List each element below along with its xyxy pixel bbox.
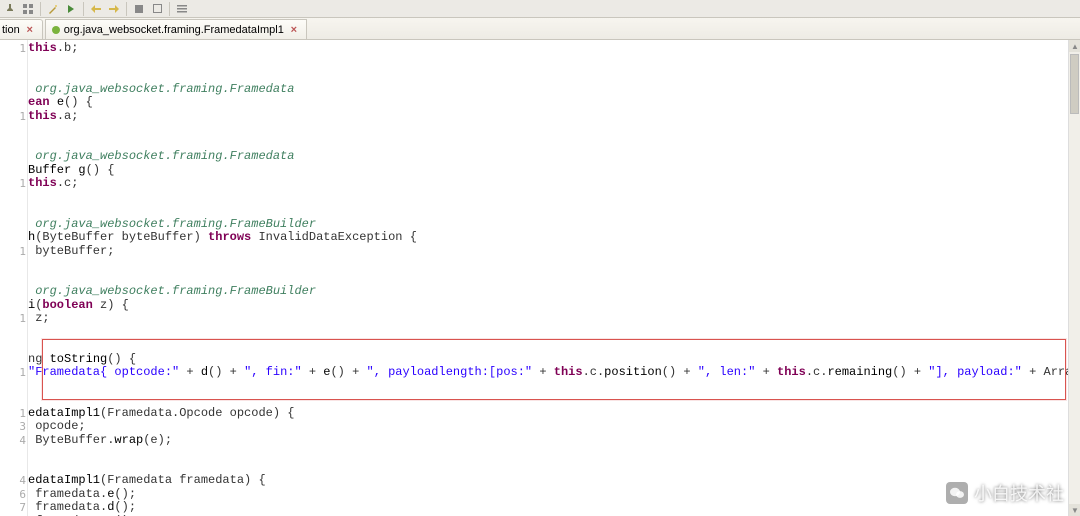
toolbar: [0, 0, 1080, 18]
java-class-icon: [52, 26, 60, 34]
line-number: 7: [0, 501, 26, 515]
code-line[interactable]: ean e() {: [28, 96, 1068, 110]
highlight-box: [42, 339, 1066, 400]
play-icon[interactable]: [63, 1, 79, 17]
code-line[interactable]: [28, 191, 1068, 205]
line-number: 4: [0, 434, 26, 448]
line-number: 1: [0, 407, 26, 421]
code-line[interactable]: 7 framedata.d();: [28, 501, 1068, 515]
toolbar-separator: [169, 2, 170, 16]
code-line[interactable]: org.java_websocket.framing.Framedata: [28, 83, 1068, 97]
code-line[interactable]: [28, 326, 1068, 340]
code-line[interactable]: h(ByteBuffer byteBuffer) throws InvalidD…: [28, 231, 1068, 245]
code-line[interactable]: 1this.c;: [28, 177, 1068, 191]
code-line[interactable]: org.java_websocket.framing.Framedata: [28, 150, 1068, 164]
tab-previous[interactable]: tion ×: [0, 19, 43, 39]
stop-icon[interactable]: [131, 1, 147, 17]
code-line[interactable]: 6 framedata.e();: [28, 488, 1068, 502]
line-number: 1: [0, 366, 26, 380]
code-line[interactable]: [28, 272, 1068, 286]
line-number: 1: [0, 177, 26, 191]
line-number: 1: [0, 245, 26, 259]
code-line[interactable]: 1this.a;: [28, 110, 1068, 124]
editor[interactable]: 1this.b; org.java_websocket.framing.Fram…: [0, 40, 1080, 516]
code-area[interactable]: 1this.b; org.java_websocket.framing.Fram…: [28, 40, 1068, 516]
arrow-left-icon[interactable]: [88, 1, 104, 17]
line-number: 1: [0, 312, 26, 326]
vertical-scrollbar[interactable]: ▲ ▼: [1068, 40, 1080, 516]
code-line[interactable]: 3 opcode;: [28, 420, 1068, 434]
code-line[interactable]: 1 byteBuffer;: [28, 245, 1068, 259]
list-icon[interactable]: [174, 1, 190, 17]
code-line[interactable]: [28, 56, 1068, 70]
code-line[interactable]: 4 ByteBuffer.wrap(e);: [28, 434, 1068, 448]
code-line[interactable]: Buffer g() {: [28, 164, 1068, 178]
box-icon[interactable]: [149, 1, 165, 17]
scroll-up-icon[interactable]: ▲: [1069, 40, 1080, 52]
close-icon[interactable]: ×: [24, 24, 36, 36]
code-line[interactable]: org.java_websocket.framing.FrameBuilder: [28, 285, 1068, 299]
code-line[interactable]: [28, 461, 1068, 475]
arrow-right-icon[interactable]: [106, 1, 122, 17]
wand-icon[interactable]: [45, 1, 61, 17]
code-line[interactable]: [28, 258, 1068, 272]
close-icon[interactable]: ×: [288, 24, 300, 36]
line-number: 6: [0, 488, 26, 502]
line-number: 3: [0, 420, 26, 434]
tab-label: tion: [2, 24, 20, 36]
scroll-thumb[interactable]: [1070, 54, 1079, 114]
pin-icon[interactable]: [2, 1, 18, 17]
code-line[interactable]: [28, 137, 1068, 151]
code-line[interactable]: [28, 123, 1068, 137]
toolbar-separator: [126, 2, 127, 16]
code-line[interactable]: 4edataImpl1(Framedata framedata) {: [28, 474, 1068, 488]
tab-bar: tion × org.java_websocket.framing.Framed…: [0, 18, 1080, 40]
line-number: 1: [0, 110, 26, 124]
code-line[interactable]: [28, 69, 1068, 83]
code-line[interactable]: 1edataImpl1(Framedata.Opcode opcode) {: [28, 407, 1068, 421]
code-line[interactable]: 1 z;: [28, 312, 1068, 326]
grid-icon[interactable]: [20, 1, 36, 17]
line-number: 4: [0, 474, 26, 488]
toolbar-separator: [83, 2, 84, 16]
code-line[interactable]: i(boolean z) {: [28, 299, 1068, 313]
code-line[interactable]: org.java_websocket.framing.FrameBuilder: [28, 218, 1068, 232]
line-number: 1: [0, 42, 26, 56]
code-line[interactable]: [28, 204, 1068, 218]
scroll-down-icon[interactable]: ▼: [1069, 504, 1080, 516]
tab-label: org.java_websocket.framing.FramedataImpl…: [64, 24, 284, 36]
toolbar-separator: [40, 2, 41, 16]
code-line[interactable]: 1this.b;: [28, 42, 1068, 56]
tab-framedataimpl1[interactable]: org.java_websocket.framing.FramedataImpl…: [45, 19, 307, 39]
code-line[interactable]: [28, 447, 1068, 461]
